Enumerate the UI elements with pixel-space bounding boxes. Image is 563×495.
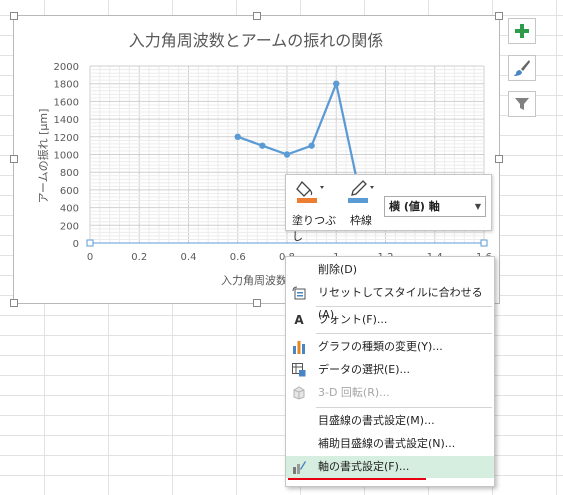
menu-item-label: 補助目盛線の書式設定(N)... <box>318 437 456 450</box>
menu-item-change-chart-type[interactable]: グラフの種類の変更(Y)... <box>286 336 494 358</box>
y-tick-label: 1400 <box>54 115 79 126</box>
filter-icon <box>515 98 529 110</box>
menu-item-label: 軸の書式設定(F)... <box>318 460 410 473</box>
x-tick-label: 0.4 <box>181 252 197 263</box>
pen-icon <box>348 180 374 203</box>
resize-handle-bottom-left[interactable] <box>10 299 18 307</box>
menu-item-delete[interactable]: 削除(D) <box>286 259 494 281</box>
format-axis-icon <box>293 461 306 474</box>
resize-handle-bottom[interactable] <box>253 299 261 307</box>
resize-handle-top-right[interactable] <box>495 12 503 20</box>
font-icon: A <box>294 313 304 327</box>
chart-element-select[interactable]: 横 (値) 軸 ▼ <box>384 196 486 217</box>
outline-button[interactable]: 枠線 <box>346 178 380 228</box>
highlight-underline <box>288 478 426 480</box>
resize-handle-top-left[interactable] <box>10 12 18 20</box>
y-tick-label: 200 <box>60 221 79 232</box>
y-tick-label: 1000 <box>54 151 79 162</box>
cube-icon <box>293 386 305 400</box>
x-axis-title: 入力角周波数 <box>221 274 287 287</box>
menu-separator <box>316 306 492 307</box>
chevron-down-icon: ▼ <box>474 202 481 211</box>
menu-separator <box>316 333 492 334</box>
chart-elements-button[interactable] <box>508 18 536 44</box>
outline-label: 枠線 <box>350 214 372 227</box>
chart-filters-button[interactable] <box>508 91 536 117</box>
context-menu: 削除(D) リセットしてスタイルに合わせる(A) A フォント(F)... グラ… <box>285 256 495 487</box>
menu-item-font[interactable]: A フォント(F)... <box>286 309 494 331</box>
y-tick-label: 1200 <box>54 133 79 144</box>
menu-item-reset-to-match-style[interactable]: リセットしてスタイルに合わせる(A) <box>286 282 494 321</box>
y-tick-label: 1800 <box>54 80 79 91</box>
menu-item-format-axis[interactable]: 軸の書式設定(F)... <box>286 456 494 478</box>
x-tick-label: 0.2 <box>131 252 147 263</box>
chart-title: 入力角周波数とアームの振れの関係 <box>129 31 384 50</box>
menu-item-format-minor-gridlines[interactable]: 補助目盛線の書式設定(N)... <box>286 433 494 455</box>
data-point <box>259 142 266 149</box>
chart-styles-button[interactable] <box>508 55 536 81</box>
y-tick-label: 2000 <box>54 62 79 73</box>
y-tick-label: 1600 <box>54 97 79 108</box>
y-tick-label: 800 <box>60 168 79 179</box>
y-tick-label: 0 <box>73 239 79 250</box>
menu-item-label: データの選択(E)... <box>318 363 411 376</box>
x-tick-label: 0 <box>87 252 93 263</box>
paint-bucket-icon <box>296 180 324 203</box>
data-point <box>283 151 291 158</box>
menu-item-label: 3-D 回転(R)... <box>318 386 390 399</box>
bar-chart-icon <box>293 341 305 354</box>
data-point <box>234 133 241 140</box>
menu-item-3d-rotation[interactable]: 3-D 回転(R)... <box>286 382 494 404</box>
resize-handle-right[interactable] <box>495 155 503 163</box>
menu-item-label: 目盛線の書式設定(M)... <box>318 414 435 427</box>
menu-item-label: グラフの種類の変更(Y)... <box>318 340 443 353</box>
data-point <box>308 142 315 149</box>
mini-format-toolbar: 塗りつぶし 枠線 横 (値) 軸 ▼ <box>285 174 492 243</box>
data-point <box>333 80 340 87</box>
x-tick-label: 0.6 <box>230 252 246 263</box>
select-data-icon <box>292 363 306 377</box>
y-axis-title: アームの振れ [µm] <box>36 109 50 204</box>
menu-separator <box>316 407 492 408</box>
axis-handle <box>480 239 488 247</box>
reset-style-icon <box>292 286 306 300</box>
menu-item-label: フォント(F)... <box>318 313 388 326</box>
resize-handle-left[interactable] <box>10 155 18 163</box>
fill-button[interactable]: 塗りつぶし <box>292 178 338 243</box>
fill-label: 塗りつぶし <box>292 214 337 243</box>
resize-handle-top[interactable] <box>253 12 261 20</box>
plus-icon <box>515 24 529 38</box>
menu-item-format-major-gridlines[interactable]: 目盛線の書式設定(M)... <box>286 410 494 432</box>
menu-item-label: 削除(D) <box>318 263 358 276</box>
brush-icon <box>514 60 530 76</box>
menu-item-select-data[interactable]: データの選択(E)... <box>286 359 494 381</box>
chart-element-select-value: 横 (値) 軸 <box>389 200 440 213</box>
y-tick-label: 400 <box>60 204 79 215</box>
axis-handle <box>86 239 94 247</box>
y-tick-label: 600 <box>60 186 79 197</box>
